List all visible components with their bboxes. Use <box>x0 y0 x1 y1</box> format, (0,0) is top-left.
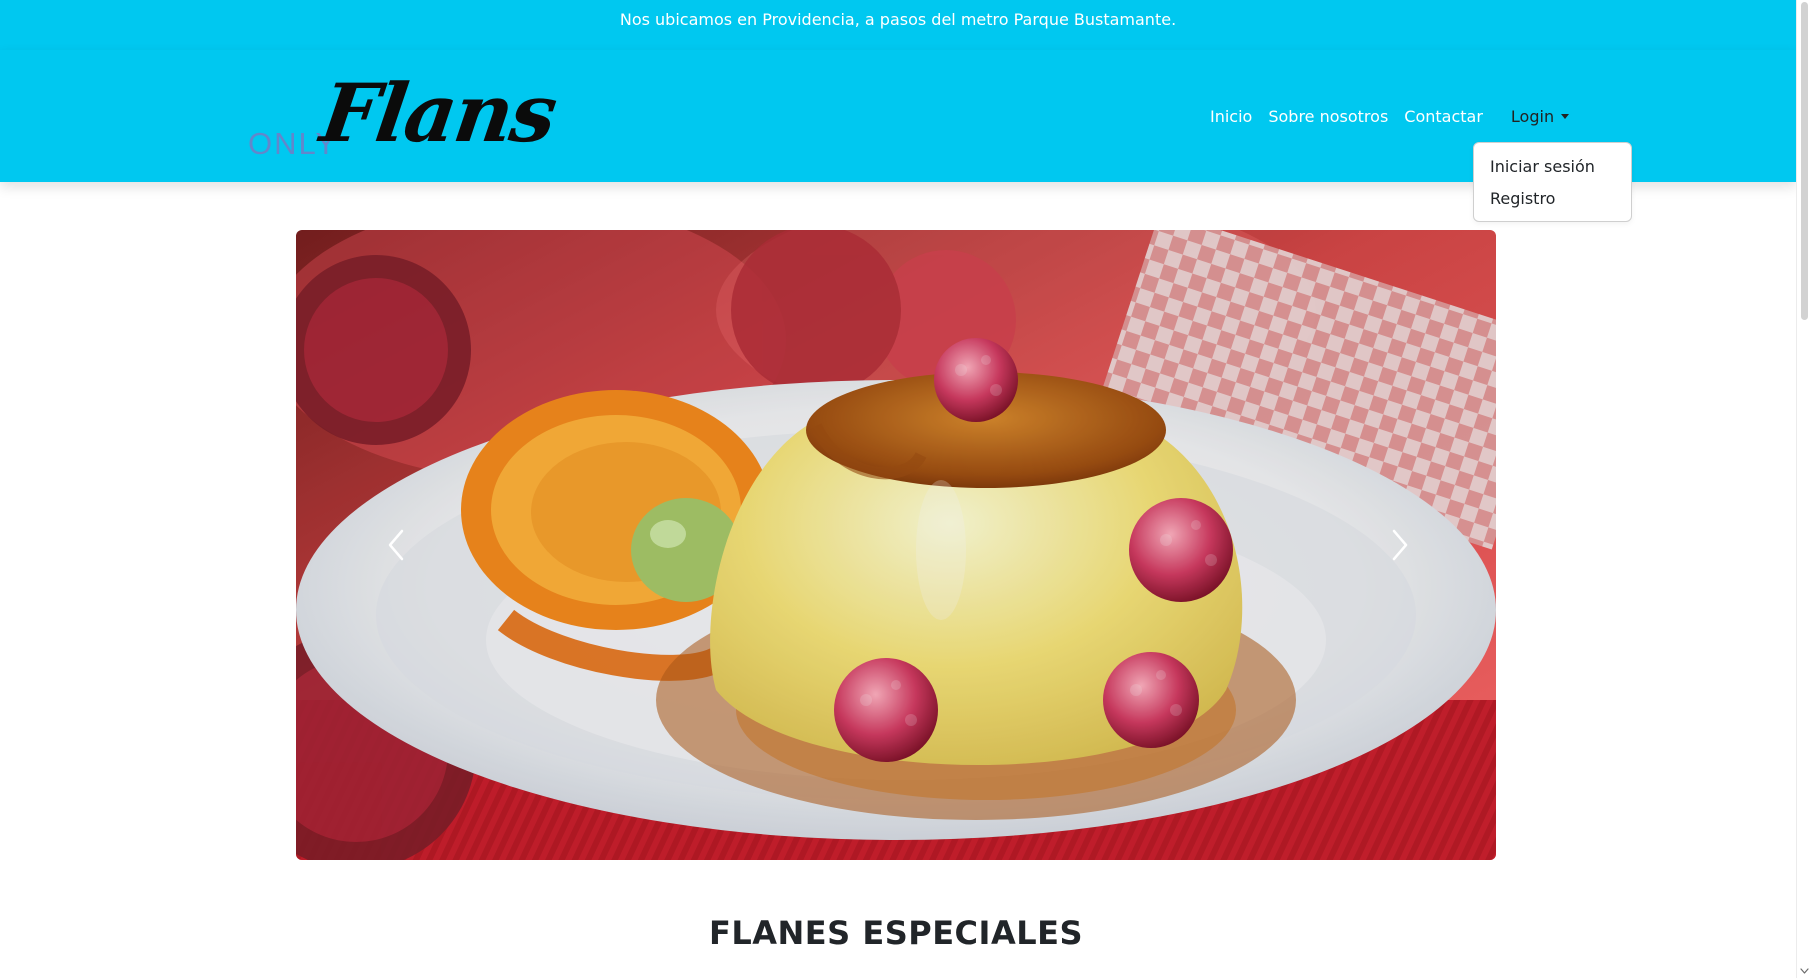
brand-name: Flans <box>315 66 561 160</box>
announcement-bar: Nos ubicamos en Providencia, a pasos del… <box>0 0 1796 50</box>
section-title: FLANES ESPECIALES <box>708 914 1083 952</box>
scrollbar-thumb[interactable] <box>1801 2 1808 320</box>
nav-item-contactar[interactable]: Contactar <box>1404 107 1483 126</box>
chevron-down-icon <box>1800 968 1809 974</box>
caret-down-icon <box>1561 113 1570 119</box>
login-dropdown-toggle[interactable]: Login <box>1510 106 1570 126</box>
brand-logo[interactable]: ONLY Flans <box>244 64 561 174</box>
chevron-left-icon <box>388 529 404 561</box>
carousel-image <box>296 230 1496 860</box>
dropdown-item-registro[interactable]: Registro <box>1490 189 1555 208</box>
dropdown-item-iniciar-sesion[interactable]: Iniciar sesión <box>1490 157 1595 176</box>
carousel-next-button[interactable] <box>1380 520 1420 570</box>
scroll-down-icon[interactable] <box>1800 968 1809 974</box>
chevron-right-icon <box>1392 529 1408 561</box>
nav-item-sobre-nosotros[interactable]: Sobre nosotros <box>1268 107 1388 126</box>
hero-carousel <box>296 230 1496 860</box>
nav-item-inicio[interactable]: Inicio <box>1210 107 1252 126</box>
page-scrollbar[interactable] <box>1796 0 1811 978</box>
login-label: Login <box>1510 106 1555 126</box>
carousel-prev-button[interactable] <box>376 520 416 570</box>
login-dropdown-menu: Iniciar sesión Registro <box>1473 142 1632 222</box>
announcement-text: Nos ubicamos en Providencia, a pasos del… <box>619 10 1177 29</box>
